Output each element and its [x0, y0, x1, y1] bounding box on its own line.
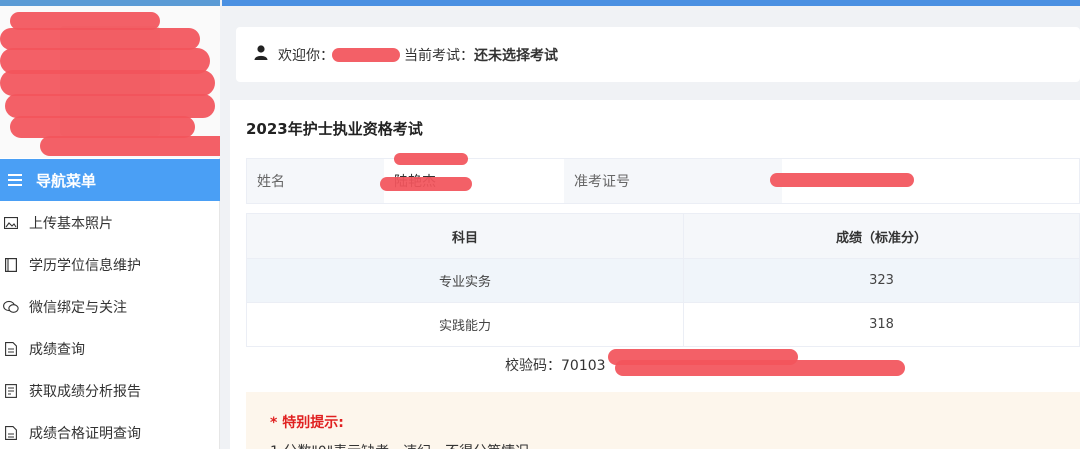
ticket-label: 准考证号: [564, 159, 782, 203]
sidebar-item-analysis-report[interactable]: 获取成绩分析报告: [0, 370, 220, 412]
verify-value: 70103: [561, 358, 606, 374]
sidebar-item-certificate-query[interactable]: 成绩合格证明查询: [0, 412, 220, 449]
document-icon: [3, 341, 19, 357]
sidebar-item-score-query[interactable]: 成绩查询: [0, 328, 220, 370]
certificate-icon: [3, 425, 19, 441]
sidebar-item-upload-photo[interactable]: 上传基本照片: [0, 202, 220, 244]
redaction-mark: [0, 70, 215, 96]
redaction-mark: [5, 94, 215, 118]
top-accent-bar: [222, 0, 1080, 6]
current-exam-label: 当前考试：: [404, 47, 474, 64]
redaction-mark: [615, 360, 905, 376]
sidebar-item-label: 上传基本照片: [29, 216, 113, 232]
sidebar-item-label: 学历学位信息维护: [29, 258, 141, 274]
current-exam-value: 还未选择考试: [474, 47, 558, 64]
avatar-area: [0, 6, 220, 158]
nav-menu-header[interactable]: 导航菜单: [0, 159, 220, 201]
name-label: 姓名: [247, 159, 384, 203]
sidebar-item-education-info[interactable]: 学历学位信息维护: [0, 244, 220, 286]
candidate-info-row: 姓名 陆艳杰 准考证号: [246, 153, 1080, 204]
notice-line: 1.分数"0"表示缺考、违纪、不得分等情况。: [270, 441, 543, 449]
book-icon: [3, 257, 19, 273]
report-icon: [3, 383, 19, 399]
image-icon: [3, 215, 19, 231]
subject-cell: 专业实务: [246, 258, 684, 303]
notice-title: * 特别提示:: [270, 415, 344, 431]
wechat-icon: [3, 299, 19, 315]
sidebar-item-label: 成绩合格证明查询: [29, 426, 141, 442]
sidebar-item-label: 微信绑定与关注: [29, 300, 127, 316]
table-row: 专业实务 323: [246, 258, 1080, 303]
exam-title: 2023年护士执业资格考试: [246, 120, 423, 138]
redaction-mark: [40, 136, 220, 156]
verification-code: 校验码：70103: [505, 349, 905, 376]
welcome-label: 欢迎你：: [278, 47, 334, 64]
table-header-row: 科目 成绩（标准分）: [246, 213, 1080, 259]
welcome-bar: 欢迎你： 当前考试： 还未选择考试: [236, 27, 1080, 82]
score-table: 科目 成绩（标准分） 专业实务 323 实践能力 318: [246, 213, 1080, 347]
column-header-score: 成绩（标准分）: [683, 213, 1080, 259]
verify-label: 校验码：: [505, 358, 561, 374]
sidebar-item-label: 成绩查询: [29, 342, 85, 358]
sidebar: 导航菜单 上传基本照片 学历学位信息维护 微信绑定与关注 成绩查询 获取成绩分析…: [0, 0, 220, 449]
sidebar-item-label: 获取成绩分析报告: [29, 384, 141, 400]
redaction-mark: [0, 28, 200, 50]
table-row: 实践能力 318: [246, 302, 1080, 347]
sidebar-item-wechat-binding[interactable]: 微信绑定与关注: [0, 286, 220, 328]
special-notice: * 特别提示: 1.分数"0"表示缺考、违纪、不得分等情况。: [246, 392, 1080, 449]
score-cell: 323: [683, 258, 1080, 303]
redaction-mark: [10, 116, 195, 138]
name-value: 陆艳杰: [380, 153, 564, 203]
user-icon: [254, 45, 268, 64]
score-cell: 318: [683, 302, 1080, 347]
subject-cell: 实践能力: [246, 302, 684, 347]
menu-list-icon: [8, 174, 22, 186]
nav-list: 上传基本照片 学历学位信息维护 微信绑定与关注 成绩查询 获取成绩分析报告 成绩…: [0, 202, 220, 449]
ticket-value: [770, 159, 1079, 203]
nav-menu-title: 导航菜单: [36, 171, 97, 190]
score-card: 2023年护士执业资格考试 姓名 陆艳杰 准考证号 科目 成绩（标准分） 专业实…: [230, 100, 1080, 449]
column-header-subject: 科目: [246, 213, 684, 259]
